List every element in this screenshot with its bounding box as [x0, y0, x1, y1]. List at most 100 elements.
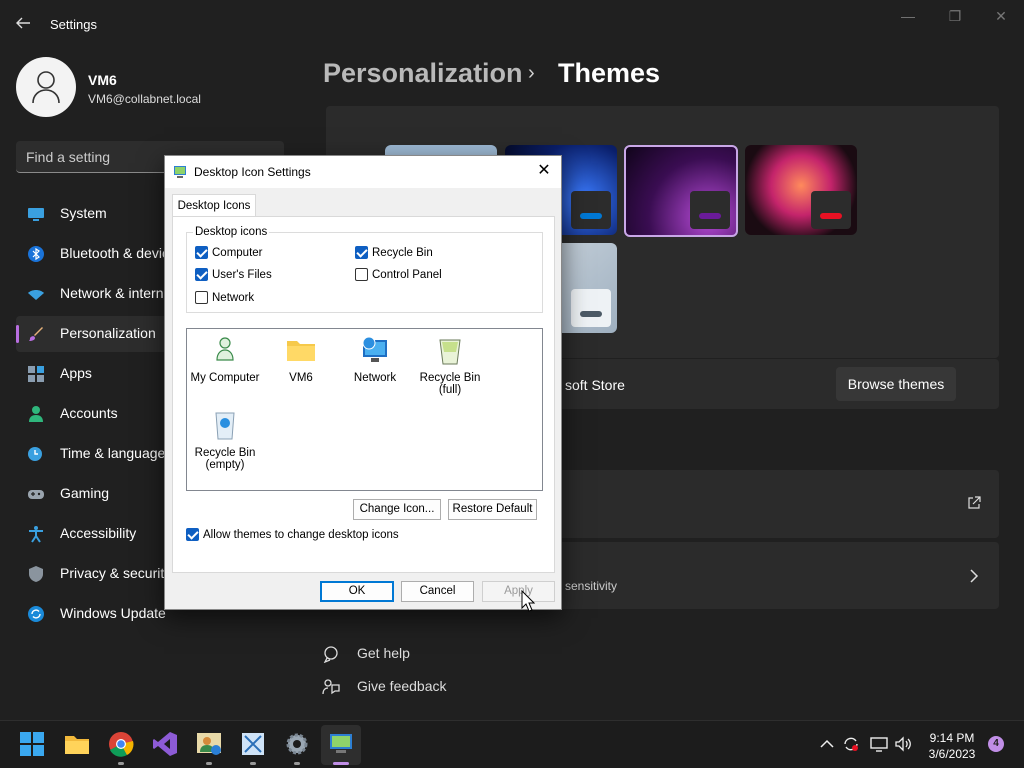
- monitor-icon: [28, 208, 44, 221]
- checkbox-box[interactable]: [195, 291, 208, 304]
- accent-chip: [571, 191, 611, 229]
- checkbox-control-panel[interactable]: Control Panel: [355, 268, 442, 281]
- visual-studio-icon[interactable]: [152, 731, 178, 757]
- checkbox-network[interactable]: Network: [195, 291, 254, 304]
- checkbox-box[interactable]: [195, 268, 208, 281]
- speaker-icon[interactable]: [894, 735, 912, 753]
- sidebar-item-label: Privacy & security: [60, 565, 172, 581]
- desktop-icon-list: My Computer VM6 Network Recycle Bin (ful…: [186, 328, 543, 491]
- get-help-label: Get help: [357, 645, 410, 661]
- theme-tile-glow-selected[interactable]: [624, 145, 738, 237]
- mouse-cursor-icon: [521, 590, 535, 612]
- clock-globe-icon: [28, 447, 42, 461]
- wifi-icon: [28, 290, 44, 300]
- start-icon[interactable]: [19, 731, 45, 757]
- computer-icon: [216, 337, 234, 361]
- icon-label-line1: Recycle Bin: [419, 372, 481, 384]
- give-feedback-link[interactable]: Give feedback: [322, 678, 447, 699]
- checkbox-box[interactable]: [355, 268, 368, 281]
- help-icon: [323, 646, 338, 664]
- user-manager-icon[interactable]: [196, 731, 222, 757]
- sidebar-item-label: Time & language: [60, 445, 166, 461]
- accent-chip: [690, 191, 730, 229]
- accent-swatch: [580, 213, 602, 219]
- ok-button[interactable]: OK: [320, 581, 394, 602]
- dialog-title: Desktop Icon Settings: [194, 165, 311, 179]
- sync-icon[interactable]: [842, 735, 860, 753]
- snipping-tool-icon[interactable]: [240, 731, 266, 757]
- minimize-button[interactable]: —: [893, 8, 923, 28]
- accent-chip: [811, 191, 851, 229]
- page-title: Themes: [558, 58, 661, 88]
- breadcrumb-parent[interactable]: Personalization: [323, 58, 523, 89]
- close-button[interactable]: ✕: [986, 8, 1016, 28]
- apply-button[interactable]: Apply: [482, 581, 555, 602]
- icon-label-line1: Recycle Bin: [194, 447, 256, 459]
- checkbox-box[interactable]: [195, 246, 208, 259]
- user-email: VM6@collabnet.local: [88, 92, 201, 106]
- desktop-icon-settings-dialog: Desktop Icon Settings ✕ Desktop Icons De…: [164, 155, 562, 610]
- checkbox-recycle-bin[interactable]: Recycle Bin: [355, 246, 433, 259]
- checkbox-label: Recycle Bin: [372, 246, 433, 259]
- desktop-icons-group: Desktop icons Computer Recycle Bin User'…: [186, 226, 543, 313]
- external-link-icon: [968, 496, 981, 509]
- display-icon[interactable]: [870, 735, 888, 753]
- icon-label-line2: (empty): [205, 459, 245, 471]
- chevron-up-icon[interactable]: [818, 735, 836, 753]
- list-item[interactable]: Recycle Bin (full): [412, 334, 488, 396]
- back-button[interactable]: [14, 14, 34, 34]
- checkbox-box[interactable]: [186, 528, 199, 541]
- change-icon-button[interactable]: Change Icon...: [353, 499, 441, 520]
- notification-badge[interactable]: 4: [988, 736, 1004, 752]
- get-help-link[interactable]: Get help: [322, 645, 410, 666]
- dialog-close-button[interactable]: ✕: [535, 162, 553, 180]
- sidebar-item-label: Network & internet: [60, 285, 176, 301]
- group-label: Desktop icons: [193, 226, 270, 238]
- restore-default-button[interactable]: Restore Default: [448, 499, 537, 520]
- checkbox-computer[interactable]: Computer: [195, 246, 263, 259]
- clock-time: 9:14 PM: [929, 731, 975, 745]
- settings-icon[interactable]: [284, 731, 310, 757]
- user-name: VM6: [88, 72, 117, 88]
- sidebar-item-label: Accounts: [60, 405, 118, 421]
- running-indicator: [294, 762, 300, 765]
- checkbox-users-files[interactable]: User's Files: [195, 268, 272, 281]
- checkbox-label: Allow themes to change desktop icons: [203, 528, 399, 541]
- running-indicator: [118, 762, 124, 765]
- theme-tile-flow[interactable]: [745, 145, 857, 235]
- cancel-button[interactable]: Cancel: [401, 581, 474, 602]
- icon-label-line2: (full): [438, 384, 462, 396]
- chrome-icon[interactable]: [108, 731, 134, 757]
- checkbox-box[interactable]: [355, 246, 368, 259]
- checkbox-allow-themes[interactable]: Allow themes to change desktop icons: [186, 528, 399, 541]
- remote-desktop-icon[interactable]: [328, 731, 354, 757]
- maximize-button[interactable]: ❐: [940, 8, 970, 28]
- running-indicator: [206, 762, 212, 765]
- file-explorer-icon[interactable]: [64, 731, 90, 757]
- store-text: soft Store: [565, 377, 625, 393]
- app-title: Settings: [50, 17, 97, 32]
- accessibility-icon: [29, 526, 43, 543]
- accent-swatch: [699, 213, 721, 219]
- checkbox-label: Network: [212, 291, 255, 304]
- checkbox-label: Control Panel: [372, 268, 442, 281]
- clock[interactable]: 9:14 PM 3/6/2023: [928, 730, 976, 762]
- title-bar: Settings — ❐ ✕: [0, 0, 1024, 48]
- browse-themes-button[interactable]: Browse themes: [836, 367, 956, 401]
- list-item[interactable]: Recycle Bin (empty): [187, 409, 263, 471]
- breadcrumb-separator: ›: [528, 62, 535, 84]
- list-item[interactable]: Network: [337, 334, 413, 384]
- tab-desktop-icons[interactable]: Desktop Icons: [172, 194, 256, 217]
- sidebar-item-label: Apps: [60, 365, 92, 381]
- taskbar: 9:14 PM 3/6/2023 4: [0, 720, 1024, 768]
- list-item[interactable]: My Computer: [187, 334, 263, 384]
- list-item[interactable]: VM6: [263, 334, 339, 384]
- sidebar-item-label: Accessibility: [60, 525, 137, 541]
- person-icon: [29, 406, 43, 422]
- accent-chip: [571, 289, 611, 327]
- avatar[interactable]: [16, 57, 76, 117]
- accent-swatch: [580, 311, 602, 317]
- accent-swatch: [820, 213, 842, 219]
- dialog-title-bar: Desktop Icon Settings ✕: [165, 156, 561, 188]
- active-indicator: [16, 325, 19, 343]
